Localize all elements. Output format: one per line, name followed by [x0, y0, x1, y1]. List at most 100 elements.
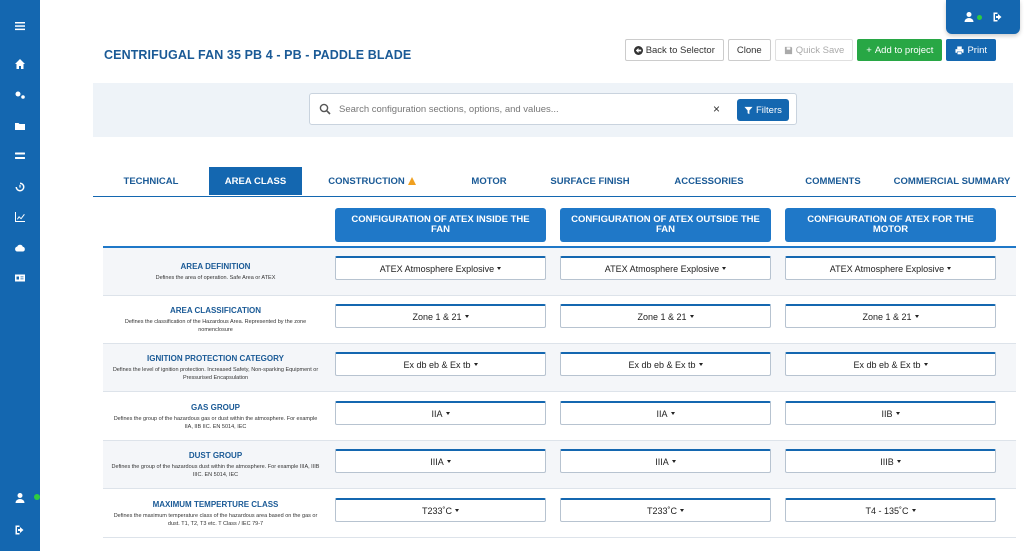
select-area-definition-inside[interactable]: ATEX Atmosphere Explosive [335, 256, 546, 280]
logout-icon[interactable] [992, 11, 1004, 23]
row-area-classification: AREA CLASSIFICATION Defines the classific… [103, 296, 1016, 344]
warning-icon [407, 177, 416, 185]
menu-icon[interactable] [0, 14, 40, 38]
select-max-temperature-inside[interactable]: T233˚C [335, 498, 546, 522]
clone-label: Clone [736, 44, 762, 56]
user-menu[interactable] [946, 0, 1020, 34]
select-value: Zone 1 & 21 [412, 311, 462, 322]
add-to-project-button[interactable]: + Add to project [857, 39, 943, 61]
row-maximum-temperature-class: MAXIMUM TEMPERTURE CLASS Defines the maxi… [103, 490, 1016, 538]
select-gas-group-inside[interactable]: IIA [335, 401, 546, 425]
select-value: IIIA [655, 456, 669, 467]
settings-icon[interactable] [0, 83, 40, 107]
tab-construction[interactable]: CONSTRUCTION [317, 167, 427, 195]
select-value: IIIB [880, 456, 894, 467]
tab-technical-label: TECHNICAL [123, 175, 179, 187]
caret-down-icon [497, 267, 502, 270]
user-icon[interactable] [963, 11, 975, 23]
select-value: ATEX Atmosphere Explosive [379, 263, 495, 274]
caret-down-icon [895, 412, 900, 415]
filters-button[interactable]: Filters [737, 99, 789, 121]
row-description: Defines the area of operation. Safe Area… [155, 274, 276, 281]
page-title: CENTRIFUGAL FAN 35 PB 4 - PB - PADDLE BL… [104, 48, 412, 62]
online-status-dot [976, 14, 982, 20]
chart-icon[interactable] [0, 205, 40, 229]
tab-area-class[interactable]: AREA CLASS [209, 167, 302, 195]
tab-commercial-summary-label: COMMERCIAL SUMMARY [893, 175, 1011, 187]
select-area-classification-outside[interactable]: Zone 1 & 21 [560, 304, 771, 328]
caret-down-icon [473, 363, 478, 366]
row-label: GAS GROUP Defines the group of the hazard… [103, 393, 328, 441]
select-gas-group-outside[interactable]: IIA [560, 401, 771, 425]
history-icon[interactable] [0, 175, 40, 199]
row-label: AREA CLASSIFICATION Defines the classific… [103, 296, 328, 344]
back-to-selector-button[interactable]: Back to Selector [624, 39, 724, 61]
row-title: MAXIMUM TEMPERTURE CLASS [152, 499, 279, 509]
filter-icon [744, 106, 753, 114]
row-gas-group: GAS GROUP Defines the group of the hazard… [103, 393, 1016, 441]
cloud-icon[interactable] [0, 236, 40, 260]
select-value: Zone 1 & 21 [862, 311, 912, 322]
caret-down-icon [911, 509, 916, 512]
row-label: MAXIMUM TEMPERTURE CLASS Defines the maxi… [103, 490, 328, 538]
caret-down-icon [455, 509, 459, 512]
row-area-definition: AREA DEFINITION Defines the area of opera… [103, 248, 1016, 296]
select-ignition-protection-inside[interactable]: Ex db eb & Ex tb [335, 352, 546, 376]
select-max-temperature-motor[interactable]: T4 - 135˚C [785, 498, 996, 522]
select-dust-group-outside[interactable]: IIIA [560, 449, 771, 473]
search-input[interactable] [339, 103, 699, 115]
select-area-classification-inside[interactable]: Zone 1 & 21 [335, 304, 546, 328]
row-description: Defines the maximum temperature class of… [113, 512, 318, 527]
caret-down-icon [464, 315, 469, 318]
quick-save-button[interactable]: Quick Save [774, 39, 854, 61]
caret-down-icon [445, 412, 450, 415]
select-ignition-protection-motor[interactable]: Ex db eb & Ex tb [785, 352, 996, 376]
clear-search-icon[interactable]: × [713, 102, 720, 116]
tab-commercial-summary[interactable]: COMMERCIAL SUMMARY [888, 167, 1016, 195]
tab-comments[interactable]: COMMENTS [793, 167, 873, 195]
select-value: ATEX Atmosphere Explosive [829, 263, 945, 274]
tab-motor[interactable]: MOTOR [449, 167, 529, 195]
clone-button[interactable]: Clone [727, 39, 771, 61]
print-button[interactable]: Print [946, 39, 996, 61]
filters-label: Filters [756, 104, 782, 116]
sidebar [0, 0, 40, 551]
row-title: AREA CLASSIFICATION [169, 305, 262, 315]
online-status-dot [34, 494, 40, 500]
tab-surface-finish-label: SURFACE FINISH [550, 175, 630, 187]
select-value: T233˚C [646, 505, 677, 516]
caret-down-icon [914, 315, 919, 318]
id-card-icon[interactable] [0, 266, 40, 290]
select-area-definition-outside[interactable]: ATEX Atmosphere Explosive [560, 256, 771, 280]
folder-icon[interactable] [0, 114, 40, 138]
select-ignition-protection-outside[interactable]: Ex db eb & Ex tb [560, 352, 771, 376]
column-header-inside-fan: CONFIGURATION OF ATEX INSIDE THE FAN [335, 208, 546, 242]
list-icon[interactable] [0, 144, 40, 168]
column-header-outside-fan: CONFIGURATION OF ATEX OUTSIDE THE FAN [560, 208, 771, 242]
select-value: IIA [431, 408, 443, 419]
logout-icon[interactable] [0, 518, 40, 542]
select-area-definition-motor[interactable]: ATEX Atmosphere Explosive [785, 256, 996, 280]
select-value: IIB [881, 408, 893, 419]
select-area-classification-motor[interactable]: Zone 1 & 21 [785, 304, 996, 328]
row-label: AREA DEFINITION Defines the area of opera… [103, 248, 328, 296]
tab-technical[interactable]: TECHNICAL [93, 167, 209, 195]
tab-accessories[interactable]: ACCESSORIES [659, 167, 759, 195]
select-gas-group-motor[interactable]: IIB [785, 401, 996, 425]
select-value: T233˚C [421, 505, 452, 516]
row-title: AREA DEFINITION [180, 261, 251, 271]
caret-down-icon [947, 267, 952, 270]
save-icon [784, 46, 792, 54]
select-value: Ex db eb & Ex tb [628, 359, 696, 370]
tab-surface-finish[interactable]: SURFACE FINISH [540, 167, 640, 195]
select-max-temperature-outside[interactable]: T233˚C [560, 498, 771, 522]
home-icon[interactable] [0, 52, 40, 76]
select-dust-group-motor[interactable]: IIIB [785, 449, 996, 473]
row-description: Defines the group of the hazardous dust … [111, 463, 320, 478]
arrow-left-circle-icon [633, 45, 643, 55]
add-to-project-label: Add to project [874, 44, 934, 56]
select-dust-group-inside[interactable]: IIIA [335, 449, 546, 473]
row-description: Defines the classification of the Hazard… [124, 318, 307, 333]
select-value: Ex db eb & Ex tb [403, 359, 471, 370]
tab-motor-label: MOTOR [471, 175, 507, 187]
